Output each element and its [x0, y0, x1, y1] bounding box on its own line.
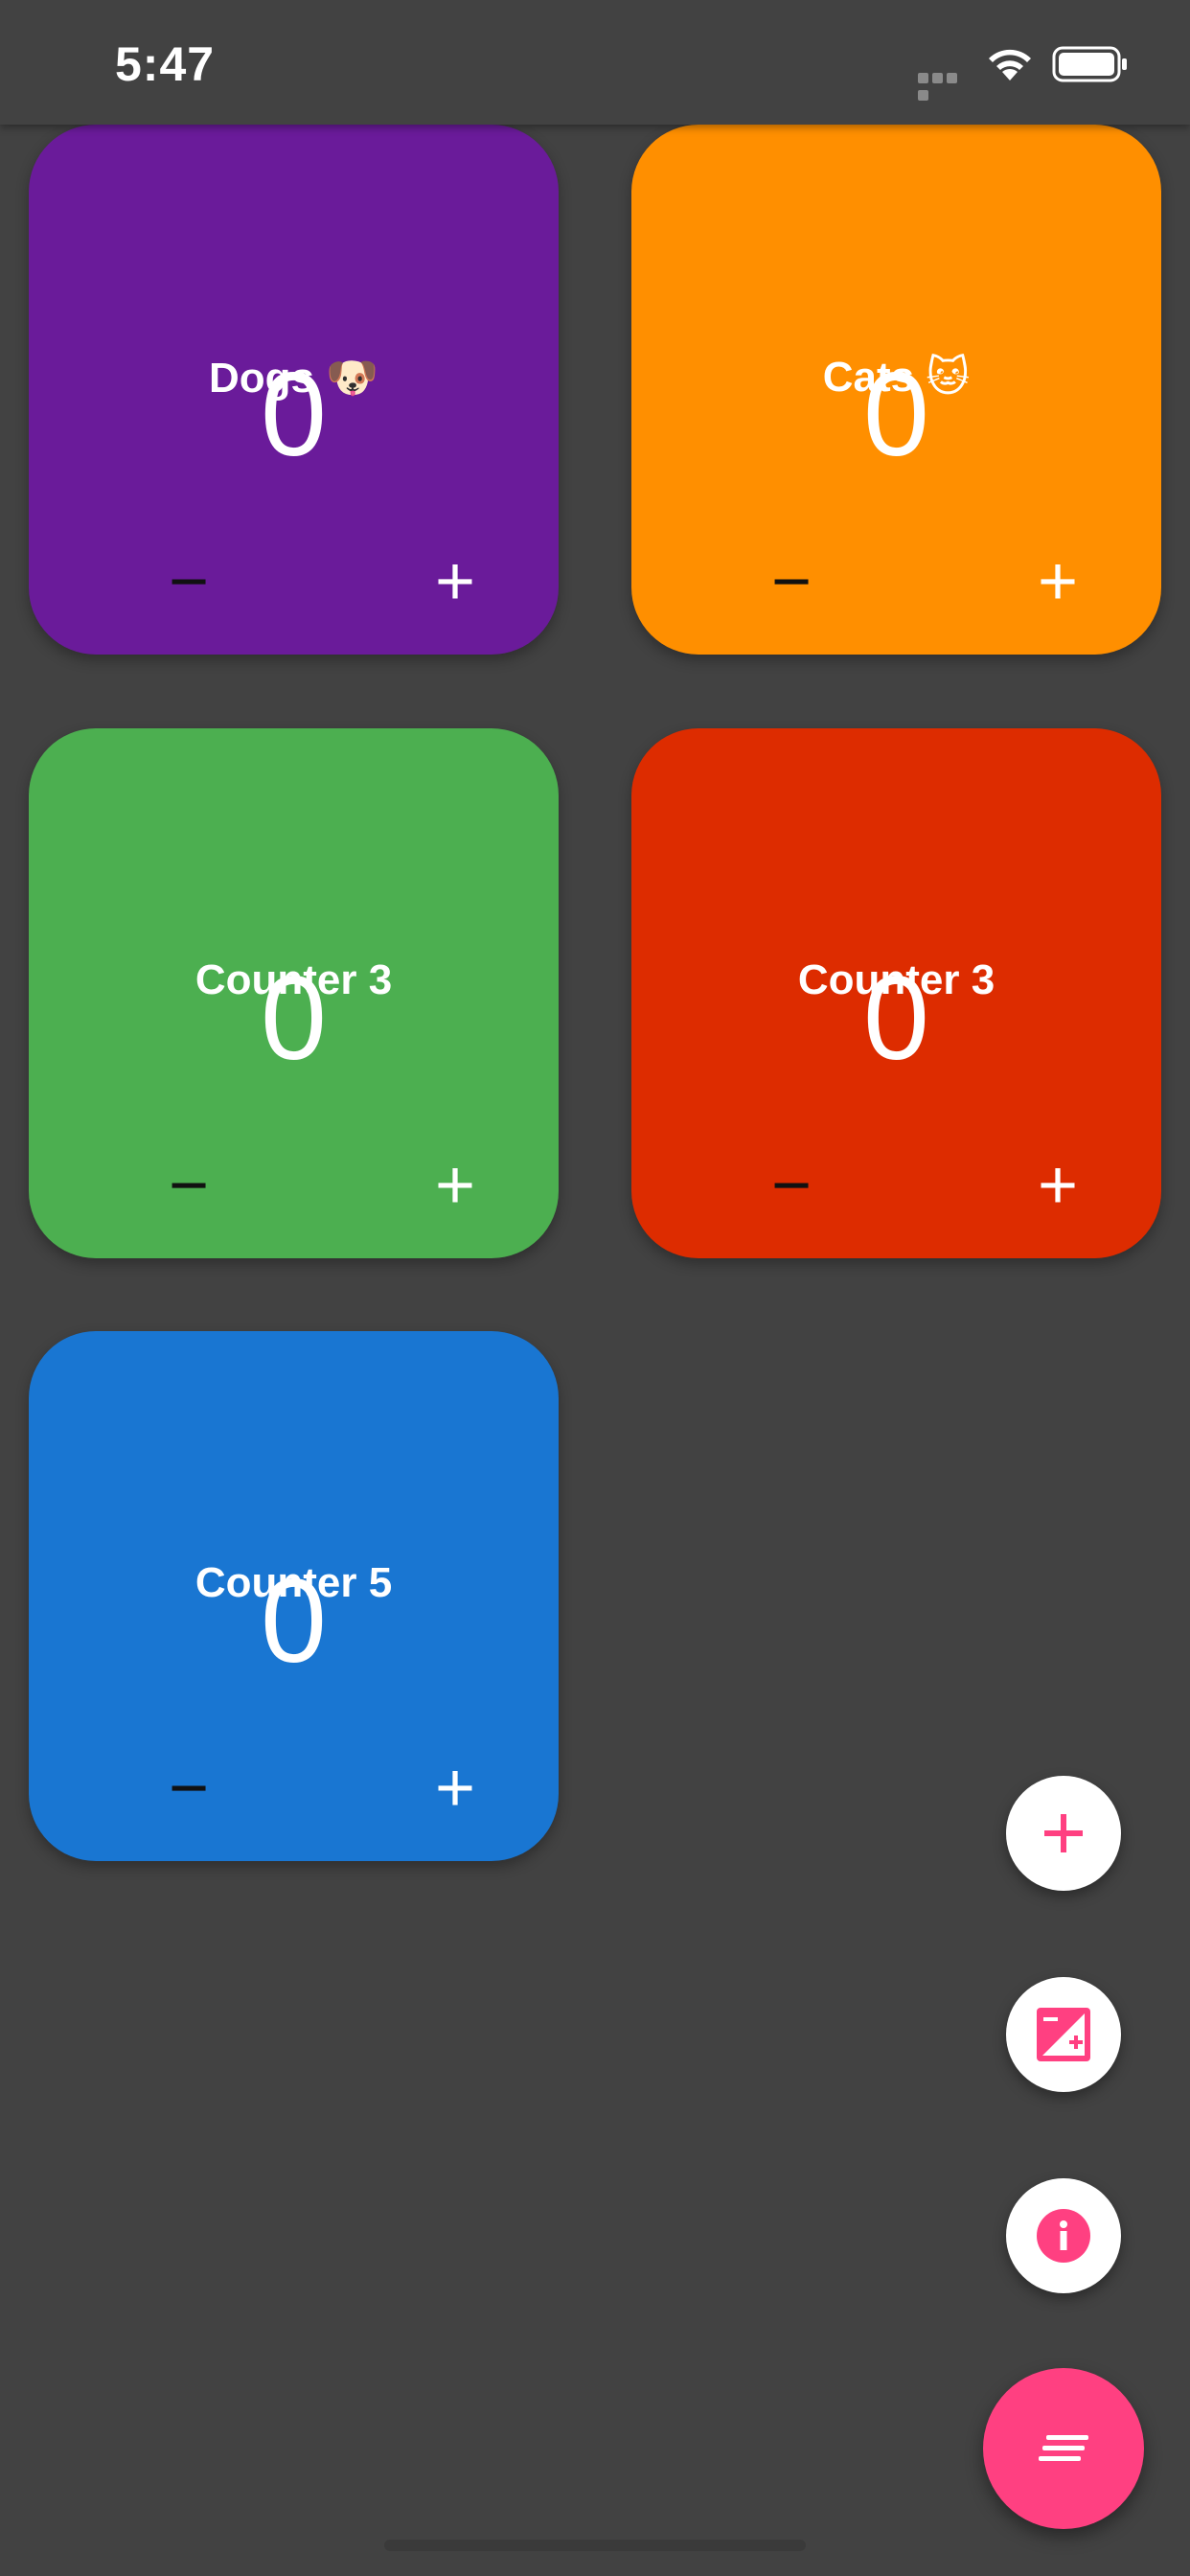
increment-button[interactable]: + [1015, 539, 1101, 625]
counter-value: 0 [863, 349, 929, 481]
home-indicator[interactable] [384, 2540, 806, 2551]
counter-value: 0 [261, 349, 327, 481]
decrement-button[interactable]: − [146, 539, 232, 625]
counter-value: 0 [863, 953, 929, 1085]
exposure-button[interactable] [1006, 1977, 1121, 2092]
exposure-icon [1037, 2008, 1090, 2061]
increment-button[interactable]: + [412, 1142, 498, 1229]
wifi-icon [989, 49, 1031, 80]
decrement-button[interactable]: − [748, 1142, 835, 1229]
counter-card-dogs: Dogs 🐶 0 − + [29, 125, 559, 655]
add-icon [1044, 1814, 1083, 1852]
status-bar: 5:47 [0, 0, 1190, 125]
menu-fab-button[interactable] [983, 2368, 1144, 2529]
decrement-button[interactable]: − [748, 539, 835, 625]
counter-card-4: Counter 3 0 − + [631, 728, 1161, 1258]
counter-card-3: Counter 3 0 − + [29, 728, 559, 1258]
cellular-signal-icon [918, 71, 972, 101]
menu-lines-icon [1039, 2435, 1088, 2461]
info-icon [1037, 2209, 1090, 2263]
increment-button[interactable]: + [1015, 1142, 1101, 1229]
increment-button[interactable]: + [412, 539, 498, 625]
increment-button[interactable]: + [412, 1745, 498, 1831]
status-time: 5:47 [115, 37, 216, 91]
counter-value: 0 [261, 1555, 327, 1688]
counter-card-cats: Cats 🐱 0 − + [631, 125, 1161, 655]
counter-value: 0 [261, 953, 327, 1085]
add-counter-button[interactable] [1006, 1776, 1121, 1891]
info-button[interactable] [1006, 2178, 1121, 2293]
battery-icon [1052, 46, 1127, 82]
decrement-button[interactable]: − [146, 1142, 232, 1229]
decrement-button[interactable]: − [146, 1745, 232, 1831]
counter-card-5: Counter 5 0 − + [29, 1331, 559, 1861]
